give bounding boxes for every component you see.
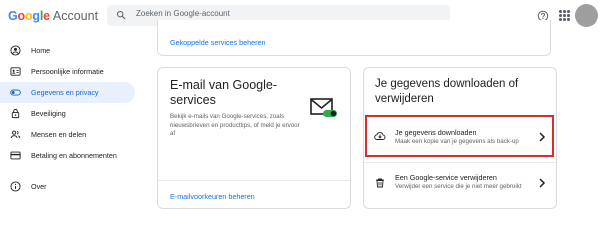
- avatar[interactable]: [575, 4, 598, 27]
- google-wordmark: Google: [8, 9, 50, 23]
- card-description: Bekijk e-mails van Google-services, zoal…: [170, 113, 300, 138]
- sidebar-item-label: Over: [31, 182, 47, 191]
- highlight-box: [365, 115, 554, 157]
- sidebar-nav: Home Persoonlijke informatie Gegevens en…: [0, 40, 135, 197]
- account-label: Account: [52, 9, 99, 23]
- card-divider: [158, 180, 350, 181]
- row-title: Een Google-service verwijderen: [395, 173, 497, 182]
- card-title: Je gegevens downloaden of verwijderen: [375, 78, 519, 105]
- chevron-right-icon: [539, 178, 546, 188]
- person-circle-icon: [10, 45, 21, 56]
- row-description: Verwijder een service die je niet meer g…: [395, 183, 522, 190]
- apps-grid-icon[interactable]: [559, 10, 570, 21]
- lock-icon: [11, 108, 20, 119]
- row-divider: [364, 162, 556, 163]
- sidebar-item-about[interactable]: Over: [0, 176, 135, 197]
- sidebar-item-label: Home: [31, 46, 51, 55]
- sidebar-item-label: Persoonlijke informatie: [31, 67, 104, 76]
- id-card-icon: [10, 67, 21, 76]
- email-preferences-card: E-mail van Google-services Bekijk e-mail…: [157, 67, 351, 209]
- google-account-logo[interactable]: Google Account: [8, 8, 98, 24]
- sidebar-item-home[interactable]: Home: [0, 40, 135, 61]
- sidebar-item-label: Betaling en abonnementen: [31, 151, 117, 160]
- sidebar-item-people-sharing[interactable]: Mensen en delen: [0, 124, 135, 145]
- info-icon: [10, 181, 21, 192]
- sidebar-item-personal-info[interactable]: Persoonlijke informatie: [0, 61, 135, 82]
- manage-email-preferences-link[interactable]: E-mailvoorkeuren beheren: [170, 192, 255, 201]
- credit-card-icon: [10, 151, 21, 160]
- toggle-icon: [10, 89, 21, 96]
- manage-linked-services-link[interactable]: Gekoppelde services beheren: [170, 38, 266, 47]
- search-placeholder: Zoeken in Google-account: [136, 9, 230, 18]
- card-title: E-mail van Google-services: [170, 78, 277, 107]
- people-icon: [10, 130, 21, 139]
- sidebar-item-security[interactable]: Beveiliging: [0, 103, 135, 124]
- sidebar-item-data-privacy[interactable]: Gegevens en privacy: [0, 82, 135, 103]
- sidebar-item-payments[interactable]: Betaling en abonnementen: [0, 145, 135, 166]
- mail-toggle-icon: [310, 98, 337, 117]
- sidebar-item-label: Gegevens en privacy: [31, 88, 99, 97]
- delete-service-row[interactable]: Een Google-service verwijderen Verwijder…: [364, 164, 556, 206]
- sidebar-item-label: Beveiliging: [31, 109, 66, 118]
- linked-services-card: Gekoppelde services beheren: [157, 20, 551, 56]
- search-icon[interactable]: [116, 10, 126, 20]
- trash-icon: [376, 178, 384, 188]
- sidebar-item-label: Mensen en delen: [31, 130, 87, 139]
